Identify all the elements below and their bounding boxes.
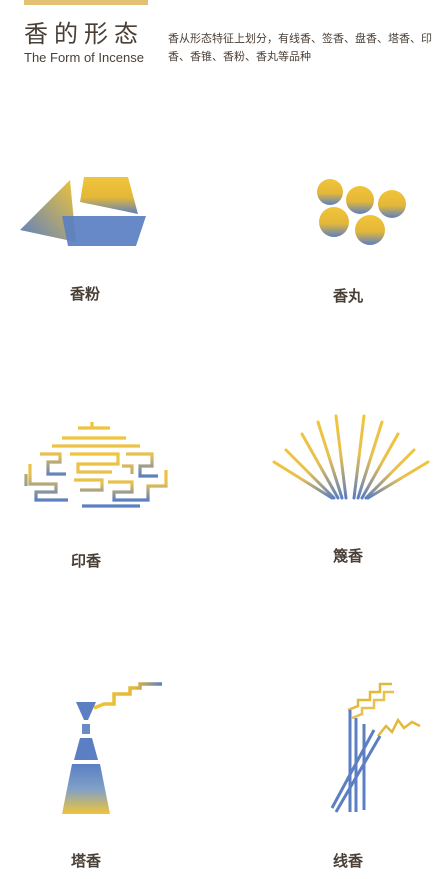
tower-incense-icon <box>62 682 162 814</box>
stick-incense-icon <box>330 682 421 813</box>
incense-pill-icon <box>317 179 406 245</box>
item-label-powder: 香粉 <box>70 285 101 303</box>
page-title: 香的形态 <box>24 20 144 48</box>
seal-incense-icon <box>24 422 168 508</box>
item-label-tower: 塔香 <box>71 852 102 870</box>
item-label-pill: 香丸 <box>333 287 364 305</box>
bamboo-incense-icon <box>272 412 430 500</box>
page-subtitle: The Form of Incense <box>24 50 144 65</box>
incense-powder-icon <box>20 177 146 246</box>
page-description: 香从形态特征上划分，有线香、签香、盘香、塔香、印香、香锥、香粉、香丸等品种 <box>168 32 432 63</box>
item-label-bamboo: 篾香 <box>333 547 364 565</box>
header-accent-bar <box>24 0 148 5</box>
item-label-seal: 印香 <box>71 552 102 570</box>
item-label-stick: 线香 <box>333 852 364 870</box>
